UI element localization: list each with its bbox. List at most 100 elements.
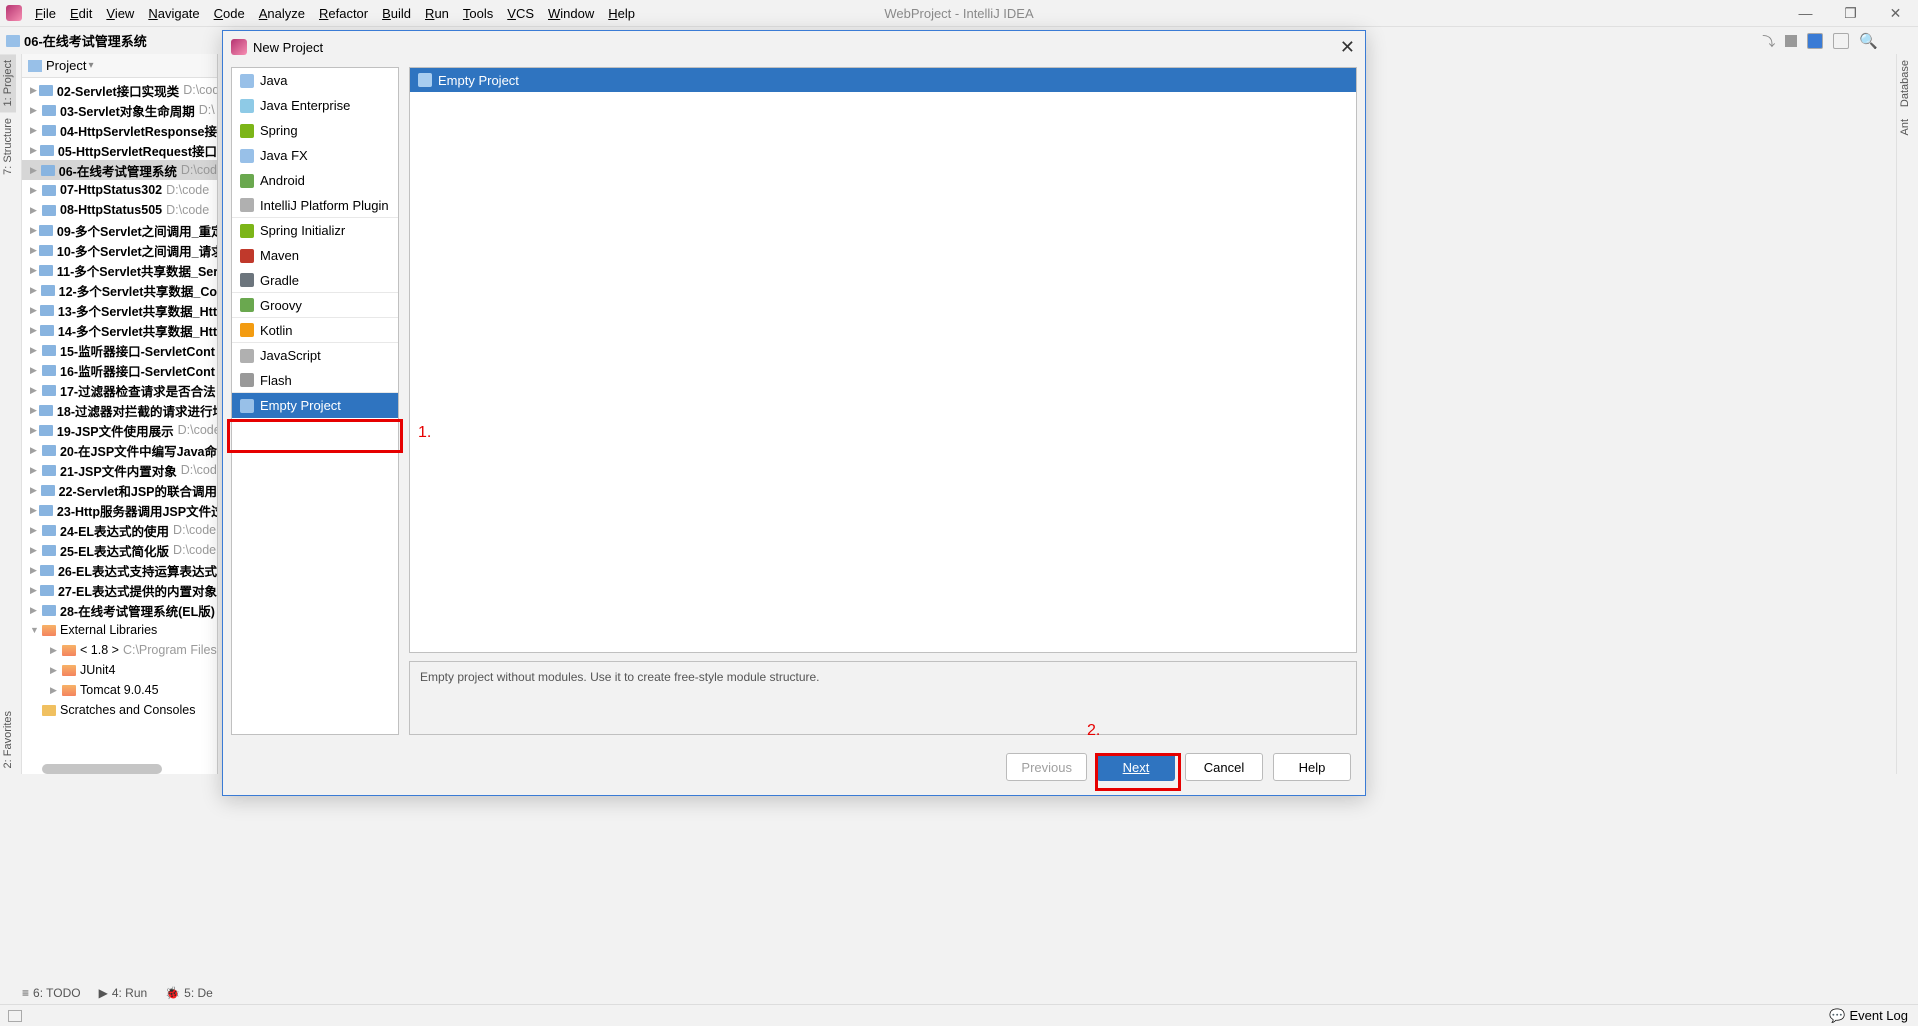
run-tab[interactable]: ▶ 4: Run bbox=[99, 986, 148, 1000]
menu-tools[interactable]: Tools bbox=[456, 4, 500, 23]
category-javascript[interactable]: JavaScript bbox=[232, 343, 398, 368]
chevron-down-icon[interactable]: ▾ bbox=[88, 60, 93, 71]
category-java-fx[interactable]: Java FX bbox=[232, 143, 398, 168]
close-icon[interactable]: ✕ bbox=[1340, 37, 1355, 58]
menu-navigate[interactable]: Navigate bbox=[141, 4, 206, 23]
tree-item[interactable]: ▶09-多个Servlet之间调用_重定 bbox=[22, 220, 217, 240]
category-gradle[interactable]: Gradle bbox=[232, 268, 398, 293]
category-icon bbox=[240, 273, 254, 287]
menu-bar: FileEditViewNavigateCodeAnalyzeRefactorB… bbox=[0, 0, 1918, 26]
stop-icon[interactable] bbox=[1785, 35, 1797, 47]
menu-edit[interactable]: Edit bbox=[63, 4, 99, 23]
project-type-list[interactable]: JavaJava EnterpriseSpringJava FXAndroidI… bbox=[231, 67, 399, 735]
tree-item[interactable]: ▶24-EL表达式的使用D:\code bbox=[22, 520, 217, 540]
category-intellij-platform-plugin[interactable]: IntelliJ Platform Plugin bbox=[232, 193, 398, 218]
bottom-tool-tabs: ≡ 6: TODO ▶ 4: Run 🐞 5: De bbox=[22, 982, 213, 1004]
category-spring-initializr[interactable]: Spring Initializr bbox=[232, 218, 398, 243]
tree-item[interactable]: ▶26-EL表达式支持运算表达式 bbox=[22, 560, 217, 580]
tree-item[interactable]: ▶17-过滤器检查请求是否合法 bbox=[22, 380, 217, 400]
tree-item[interactable]: ▶14-多个Servlet共享数据_Htt bbox=[22, 320, 217, 340]
tree-item[interactable]: ▶06-在线考试管理系统D:\cod bbox=[22, 160, 217, 180]
menu-refactor[interactable]: Refactor bbox=[312, 4, 375, 23]
category-android[interactable]: Android bbox=[232, 168, 398, 193]
tree-item[interactable]: ▶28-在线考试管理系统(EL版) bbox=[22, 600, 217, 620]
tree-item[interactable]: ▶18-过滤器对拦截的请求进行增 bbox=[22, 400, 217, 420]
breadcrumb-root[interactable]: 06-在线考试管理系统 bbox=[24, 31, 147, 50]
category-java-enterprise[interactable]: Java Enterprise bbox=[232, 93, 398, 118]
library-item[interactable]: ▶Tomcat 9.0.45 bbox=[22, 680, 217, 700]
template-label: Empty Project bbox=[438, 73, 519, 88]
tree-item[interactable]: ▶08-HttpStatus505D:\code bbox=[22, 200, 217, 220]
category-spring[interactable]: Spring bbox=[232, 118, 398, 143]
horizontal-scrollbar[interactable] bbox=[42, 764, 162, 774]
category-empty-project[interactable]: Empty Project bbox=[232, 393, 398, 418]
tab-project[interactable]: 1: Project bbox=[0, 54, 16, 112]
minimize-button[interactable]: — bbox=[1783, 0, 1828, 26]
tree-item[interactable]: ▶22-Servlet和JSP的联合调用 bbox=[22, 480, 217, 500]
project-tree[interactable]: ▶02-Servlet接口实现类D:\code▶03-Servlet对象生命周期… bbox=[22, 78, 217, 722]
cancel-button[interactable]: Cancel bbox=[1185, 753, 1263, 781]
menu-file[interactable]: File bbox=[28, 4, 63, 23]
tab-structure[interactable]: 7: Structure bbox=[0, 112, 16, 181]
tab-favorites[interactable]: 2: Favorites bbox=[0, 705, 16, 774]
status-icon[interactable] bbox=[8, 1010, 22, 1022]
category-java[interactable]: Java bbox=[232, 68, 398, 93]
tab-database[interactable]: Database bbox=[1897, 54, 1913, 113]
category-icon bbox=[240, 323, 254, 337]
menu-build[interactable]: Build bbox=[375, 4, 418, 23]
event-log-button[interactable]: 💬 Event Log bbox=[1829, 1008, 1908, 1024]
tree-item[interactable]: ▶23-Http服务器调用JSP文件过 bbox=[22, 500, 217, 520]
menu-window[interactable]: Window bbox=[541, 4, 601, 23]
next-button[interactable]: Next bbox=[1097, 753, 1175, 781]
debug-tab[interactable]: 🐞 5: De bbox=[165, 986, 213, 1000]
menu-analyze[interactable]: Analyze bbox=[252, 4, 312, 23]
library-item[interactable]: ▶< 1.8 >C:\Program Files bbox=[22, 640, 217, 660]
menu-view[interactable]: View bbox=[99, 4, 141, 23]
project-panel-header[interactable]: Project ▾ bbox=[22, 54, 217, 78]
toolbar-icon-1[interactable] bbox=[1807, 33, 1823, 49]
tree-item[interactable]: ▶02-Servlet接口实现类D:\code bbox=[22, 80, 217, 100]
tree-item[interactable]: ▶19-JSP文件使用展示D:\code bbox=[22, 420, 217, 440]
category-maven[interactable]: Maven bbox=[232, 243, 398, 268]
menu-run[interactable]: Run bbox=[418, 4, 456, 23]
tree-item[interactable]: ▶10-多个Servlet之间调用_请求 bbox=[22, 240, 217, 260]
template-list[interactable]: Empty Project bbox=[409, 67, 1357, 653]
right-tool-gutter: Database Ant bbox=[1896, 54, 1918, 774]
todo-tab[interactable]: ≡ 6: TODO bbox=[22, 986, 81, 1000]
library-item[interactable]: ▶JUnit4 bbox=[22, 660, 217, 680]
toolbar-icon-2[interactable] bbox=[1833, 33, 1849, 49]
build-icon[interactable]: ⤵ bbox=[1762, 31, 1775, 50]
category-icon bbox=[240, 198, 254, 212]
category-icon bbox=[240, 149, 254, 163]
tree-item[interactable]: ▶03-Servlet对象生命周期D:\ bbox=[22, 100, 217, 120]
previous-button[interactable]: Previous bbox=[1006, 753, 1087, 781]
tree-item[interactable]: ▶21-JSP文件内置对象D:\cod bbox=[22, 460, 217, 480]
tree-item[interactable]: ▶20-在JSP文件中编写Java命 bbox=[22, 440, 217, 460]
menu-code[interactable]: Code bbox=[207, 4, 252, 23]
maximize-button[interactable]: ❐ bbox=[1828, 0, 1873, 26]
tab-ant[interactable]: Ant bbox=[1897, 113, 1913, 142]
tree-item[interactable]: ▶12-多个Servlet共享数据_Co bbox=[22, 280, 217, 300]
tree-item[interactable]: ▶16-监听器接口-ServletCont bbox=[22, 360, 217, 380]
external-libraries[interactable]: ▼External Libraries bbox=[22, 620, 217, 640]
tree-item[interactable]: ▶07-HttpStatus302D:\code bbox=[22, 180, 217, 200]
tree-item[interactable]: ▶27-EL表达式提供的内置对象 bbox=[22, 580, 217, 600]
close-window-button[interactable]: ✕ bbox=[1873, 0, 1918, 26]
search-icon[interactable]: 🔍 bbox=[1859, 32, 1878, 50]
category-flash[interactable]: Flash bbox=[232, 368, 398, 393]
tree-item[interactable]: ▶13-多个Servlet共享数据_Htt bbox=[22, 300, 217, 320]
category-icon bbox=[240, 349, 254, 363]
menu-help[interactable]: Help bbox=[601, 4, 642, 23]
help-button[interactable]: Help bbox=[1273, 753, 1351, 781]
tree-item[interactable]: ▶04-HttpServletResponse接 bbox=[22, 120, 217, 140]
tree-item[interactable]: ▶11-多个Servlet共享数据_Ser bbox=[22, 260, 217, 280]
menu-vcs[interactable]: VCS bbox=[500, 4, 541, 23]
tree-item[interactable]: ▶25-EL表达式简化版D:\code bbox=[22, 540, 217, 560]
description-box: Empty project without modules. Use it to… bbox=[409, 661, 1357, 735]
category-groovy[interactable]: Groovy bbox=[232, 293, 398, 318]
category-kotlin[interactable]: Kotlin bbox=[232, 318, 398, 343]
scratches-and-consoles[interactable]: ▶Scratches and Consoles bbox=[22, 700, 217, 720]
tree-item[interactable]: ▶05-HttpServletRequest接口 bbox=[22, 140, 217, 160]
template-item-empty-project[interactable]: Empty Project bbox=[410, 68, 1356, 92]
tree-item[interactable]: ▶15-监听器接口-ServletCont bbox=[22, 340, 217, 360]
